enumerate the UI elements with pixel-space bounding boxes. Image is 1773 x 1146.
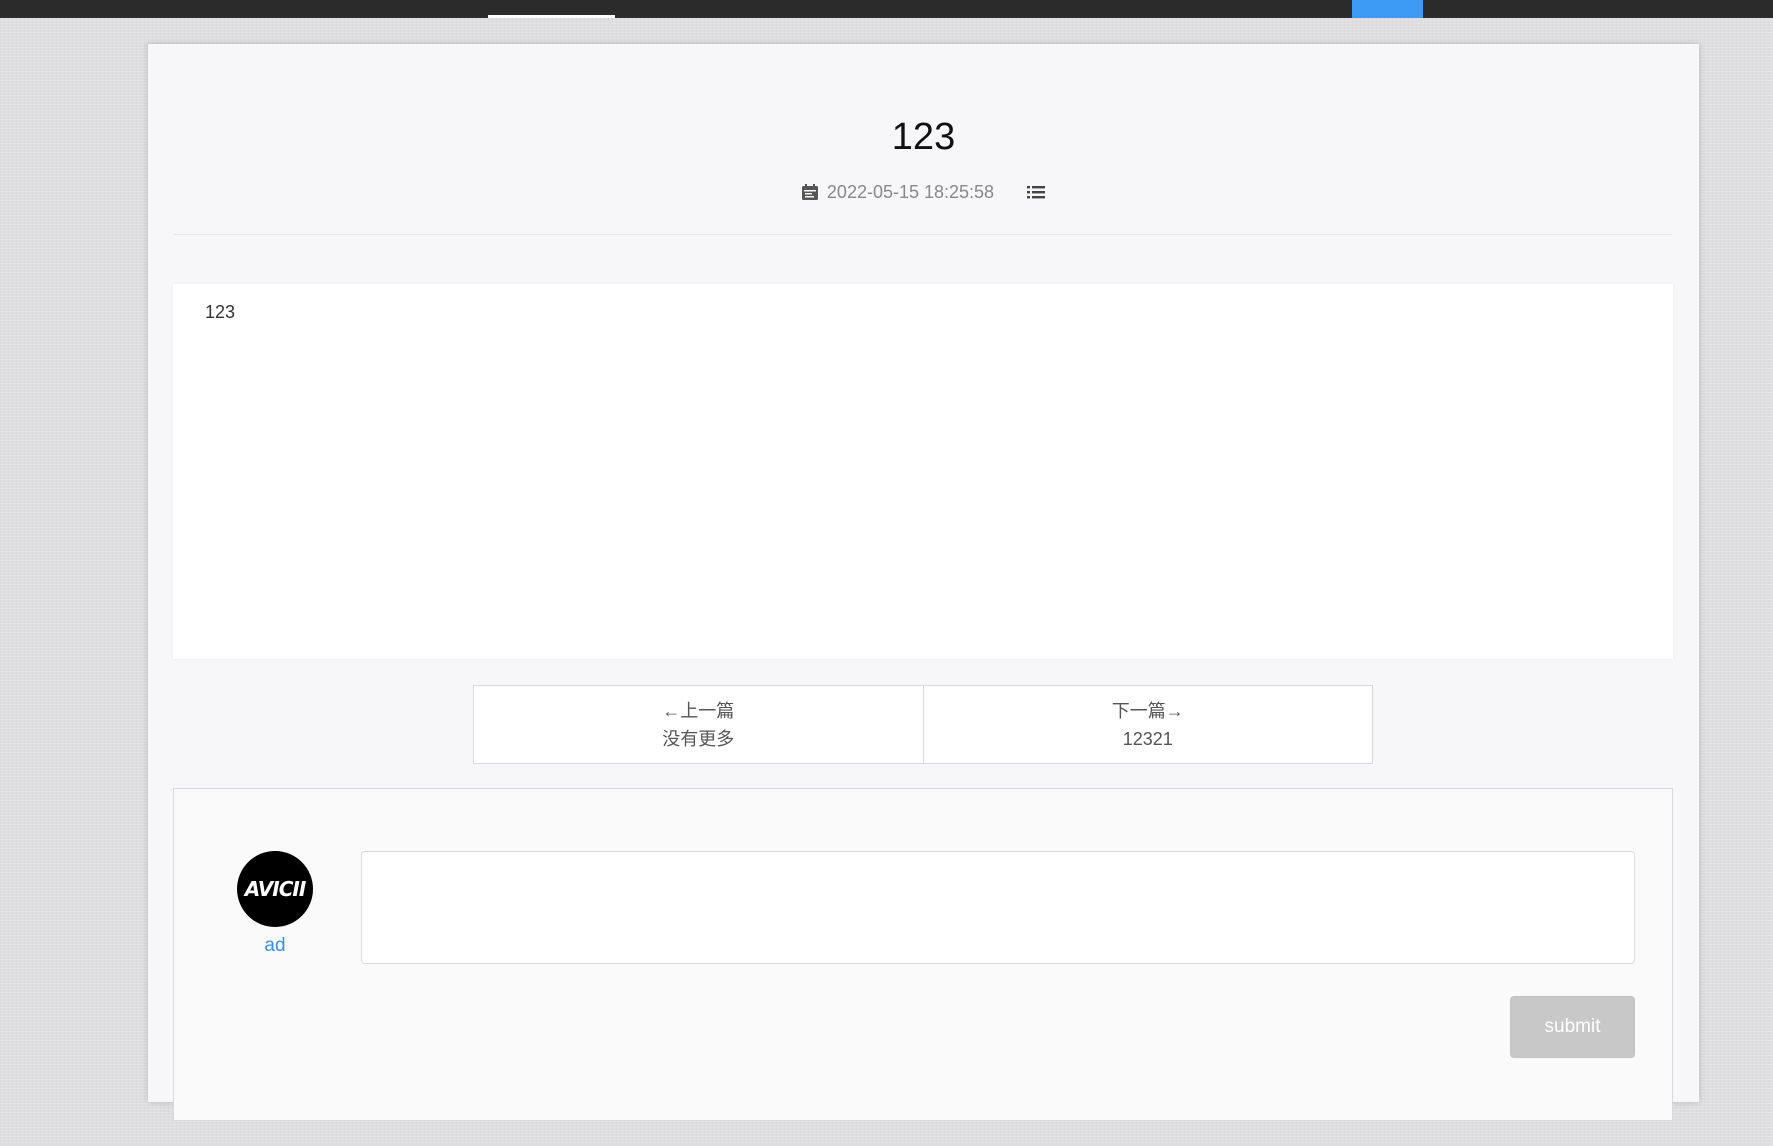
article-meta: 2022-05-15 18:25:58 bbox=[148, 172, 1699, 212]
article-content: 123 bbox=[173, 284, 1673, 659]
article-title: 123 bbox=[891, 116, 956, 158]
next-article-link[interactable]: 下一篇→ 12321 bbox=[922, 686, 1373, 763]
prev-article-label: ←上一篇 bbox=[662, 700, 735, 721]
title-divider bbox=[174, 234, 1672, 235]
article-date: 2022-05-15 18:25:58 bbox=[826, 181, 995, 202]
next-article-title: 12321 bbox=[1122, 728, 1173, 749]
prev-article-link[interactable]: ←上一篇 没有更多 bbox=[474, 686, 923, 763]
prev-article-title: 没有更多 bbox=[662, 728, 735, 749]
article-card: 123 2022-05-15 18:25:58 123 ←上一篇 没有更多 下一… bbox=[148, 44, 1699, 1121]
article-body-text: 123 bbox=[205, 302, 236, 322]
avatar[interactable]: AVICII bbox=[237, 851, 313, 927]
comment-input[interactable] bbox=[361, 851, 1635, 964]
next-article-label: 下一篇→ bbox=[1111, 700, 1184, 721]
article-pager: ←上一篇 没有更多 下一篇→ 12321 bbox=[473, 685, 1373, 764]
nav-active-item[interactable] bbox=[1352, 0, 1423, 18]
avatar-logo: AVICII bbox=[244, 877, 307, 901]
top-nav-bar bbox=[0, 0, 1773, 18]
nav-active-underline[interactable] bbox=[488, 15, 615, 18]
username-link[interactable]: ad bbox=[237, 935, 313, 957]
comment-section: AVICII ad submit bbox=[173, 788, 1673, 1121]
list-icon[interactable] bbox=[1026, 183, 1046, 201]
calendar-icon bbox=[801, 183, 819, 201]
submit-button[interactable]: submit bbox=[1510, 996, 1635, 1058]
